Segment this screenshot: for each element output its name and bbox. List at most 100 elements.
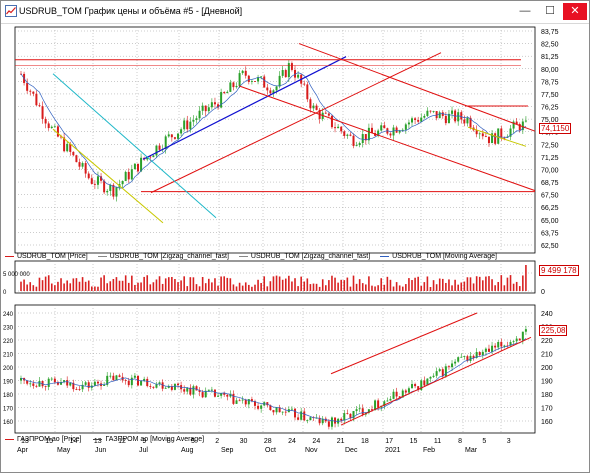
gazp-candle-body: [257, 405, 260, 409]
volume-bar: [69, 283, 72, 291]
price-tick-label: 72,50: [541, 142, 559, 149]
gazp-candle-body: [235, 400, 238, 404]
maximize-button[interactable]: ☐: [538, 3, 562, 20]
gazp-candle-body: [389, 398, 392, 401]
volume-bar: [143, 276, 145, 291]
volume-bar: [331, 275, 333, 291]
volume-bar: [81, 277, 84, 291]
gazp-candle-body: [213, 389, 216, 397]
volume-bar: [91, 286, 93, 291]
gazp-tick-label-left: 160: [3, 420, 14, 426]
volume-bar: [177, 282, 179, 291]
gazp-candle-body: [343, 413, 346, 421]
price-candle-body: [173, 137, 176, 139]
price-candle-body: [44, 118, 47, 124]
volume-bar: [303, 281, 306, 291]
volume-bar: [506, 277, 509, 291]
volume-bar: [146, 275, 149, 291]
volume-bar: [161, 283, 164, 291]
gazp-candle-body: [500, 342, 503, 347]
gazp-candle-body: [244, 399, 247, 405]
chart-canvas[interactable]: 83,7582,5081,2580,0078,7577,5076,2575,00…: [1, 23, 589, 472]
price-candle-body: [207, 107, 210, 112]
volume-bar: [478, 276, 481, 291]
volume-bar: [103, 275, 105, 291]
price-candle-body: [127, 171, 130, 180]
close-button[interactable]: ✕: [563, 3, 587, 20]
price-candle-body: [47, 123, 50, 129]
x-day-label: 24: [312, 438, 320, 445]
price-candle-body: [250, 81, 253, 82]
volume-bar: [180, 280, 182, 291]
price-tick-label: 78,75: [541, 79, 559, 86]
volume-bar: [466, 277, 469, 291]
volume-bar: [269, 281, 272, 291]
volume-bar: [395, 282, 398, 291]
price-candle-body: [152, 155, 155, 158]
volume-bar: [201, 277, 204, 291]
volume-bar: [408, 278, 410, 291]
gazp-candle-body: [69, 382, 72, 386]
volume-bar: [137, 282, 139, 291]
x-month-label: Dec: [345, 447, 358, 454]
price-tick-label: 68,75: [541, 180, 559, 187]
volume-bar: [183, 276, 185, 291]
gazp-candle-body: [432, 375, 435, 377]
chart-area[interactable]: 83,75 82,50 81,25 80,00 78,75 77,50 76,25 75,00…: [1, 23, 589, 472]
volume-bar: [355, 283, 358, 291]
volume-bar: [204, 283, 207, 291]
price-candle-body: [346, 134, 349, 136]
price-candle-body: [232, 82, 235, 88]
price-candle-body: [72, 151, 75, 156]
price-candle-body: [392, 127, 395, 136]
volume-bar: [512, 283, 515, 291]
price-candle-body: [524, 120, 527, 122]
minimize-button[interactable]: —: [513, 3, 537, 20]
x-day-label: 3: [507, 438, 511, 445]
price-candle-body: [93, 183, 96, 185]
price-candle-body: [238, 73, 241, 86]
gazp-candle-body: [297, 417, 300, 420]
price-candle-body: [158, 145, 161, 150]
price-candle-body: [186, 120, 189, 130]
price-candle-body: [401, 129, 404, 131]
volume-bar: [405, 284, 407, 291]
volume-bar: [411, 280, 413, 291]
volume-bar: [235, 286, 238, 291]
volume-bar: [398, 285, 401, 291]
gazp-candle-body: [29, 383, 32, 385]
price-candle-body: [50, 126, 53, 129]
volume-bar: [423, 282, 426, 291]
volume-bar: [334, 277, 336, 291]
gazp-candle-body: [78, 389, 81, 390]
price-candle-body: [330, 115, 333, 128]
volume-bar: [78, 281, 81, 291]
volume-bar: [463, 281, 466, 291]
gazp-tick-label: 240: [541, 311, 553, 318]
price-candle-body: [312, 105, 315, 109]
volume-bar: [371, 285, 373, 291]
price-candle-body: [426, 110, 429, 116]
volume-bar: [429, 286, 432, 291]
gazp-tick-label-left: 200: [3, 366, 14, 372]
price-tick-label: 70,00: [541, 167, 559, 174]
gazp-candle-body: [361, 408, 364, 415]
gazp-candle-body: [238, 400, 241, 402]
volume-bar: [266, 286, 269, 291]
price-tick-label: 83,75: [541, 29, 559, 36]
volume-bar: [497, 282, 500, 291]
price-candle-body: [361, 134, 364, 144]
price-candle-body: [121, 180, 124, 185]
price-candle-body: [96, 176, 99, 185]
gazp-candle-body: [306, 420, 309, 421]
gazp-candle-body: [118, 375, 121, 377]
price-candle-body: [290, 63, 293, 70]
gazp-candle-body: [152, 386, 155, 388]
legend-entry-zigzag-1: USDRUB_TOM [Zigzag_channel_fast]: [97, 253, 229, 260]
legend-entry-gazp-price: ГАЗПРОМ ао [Price]: [5, 436, 81, 443]
gazp-candle-body: [303, 411, 306, 421]
gazp-candle-body: [226, 394, 229, 397]
volume-bar: [284, 278, 287, 291]
volume-bar: [260, 282, 262, 291]
gazp-candle-body: [494, 345, 497, 348]
